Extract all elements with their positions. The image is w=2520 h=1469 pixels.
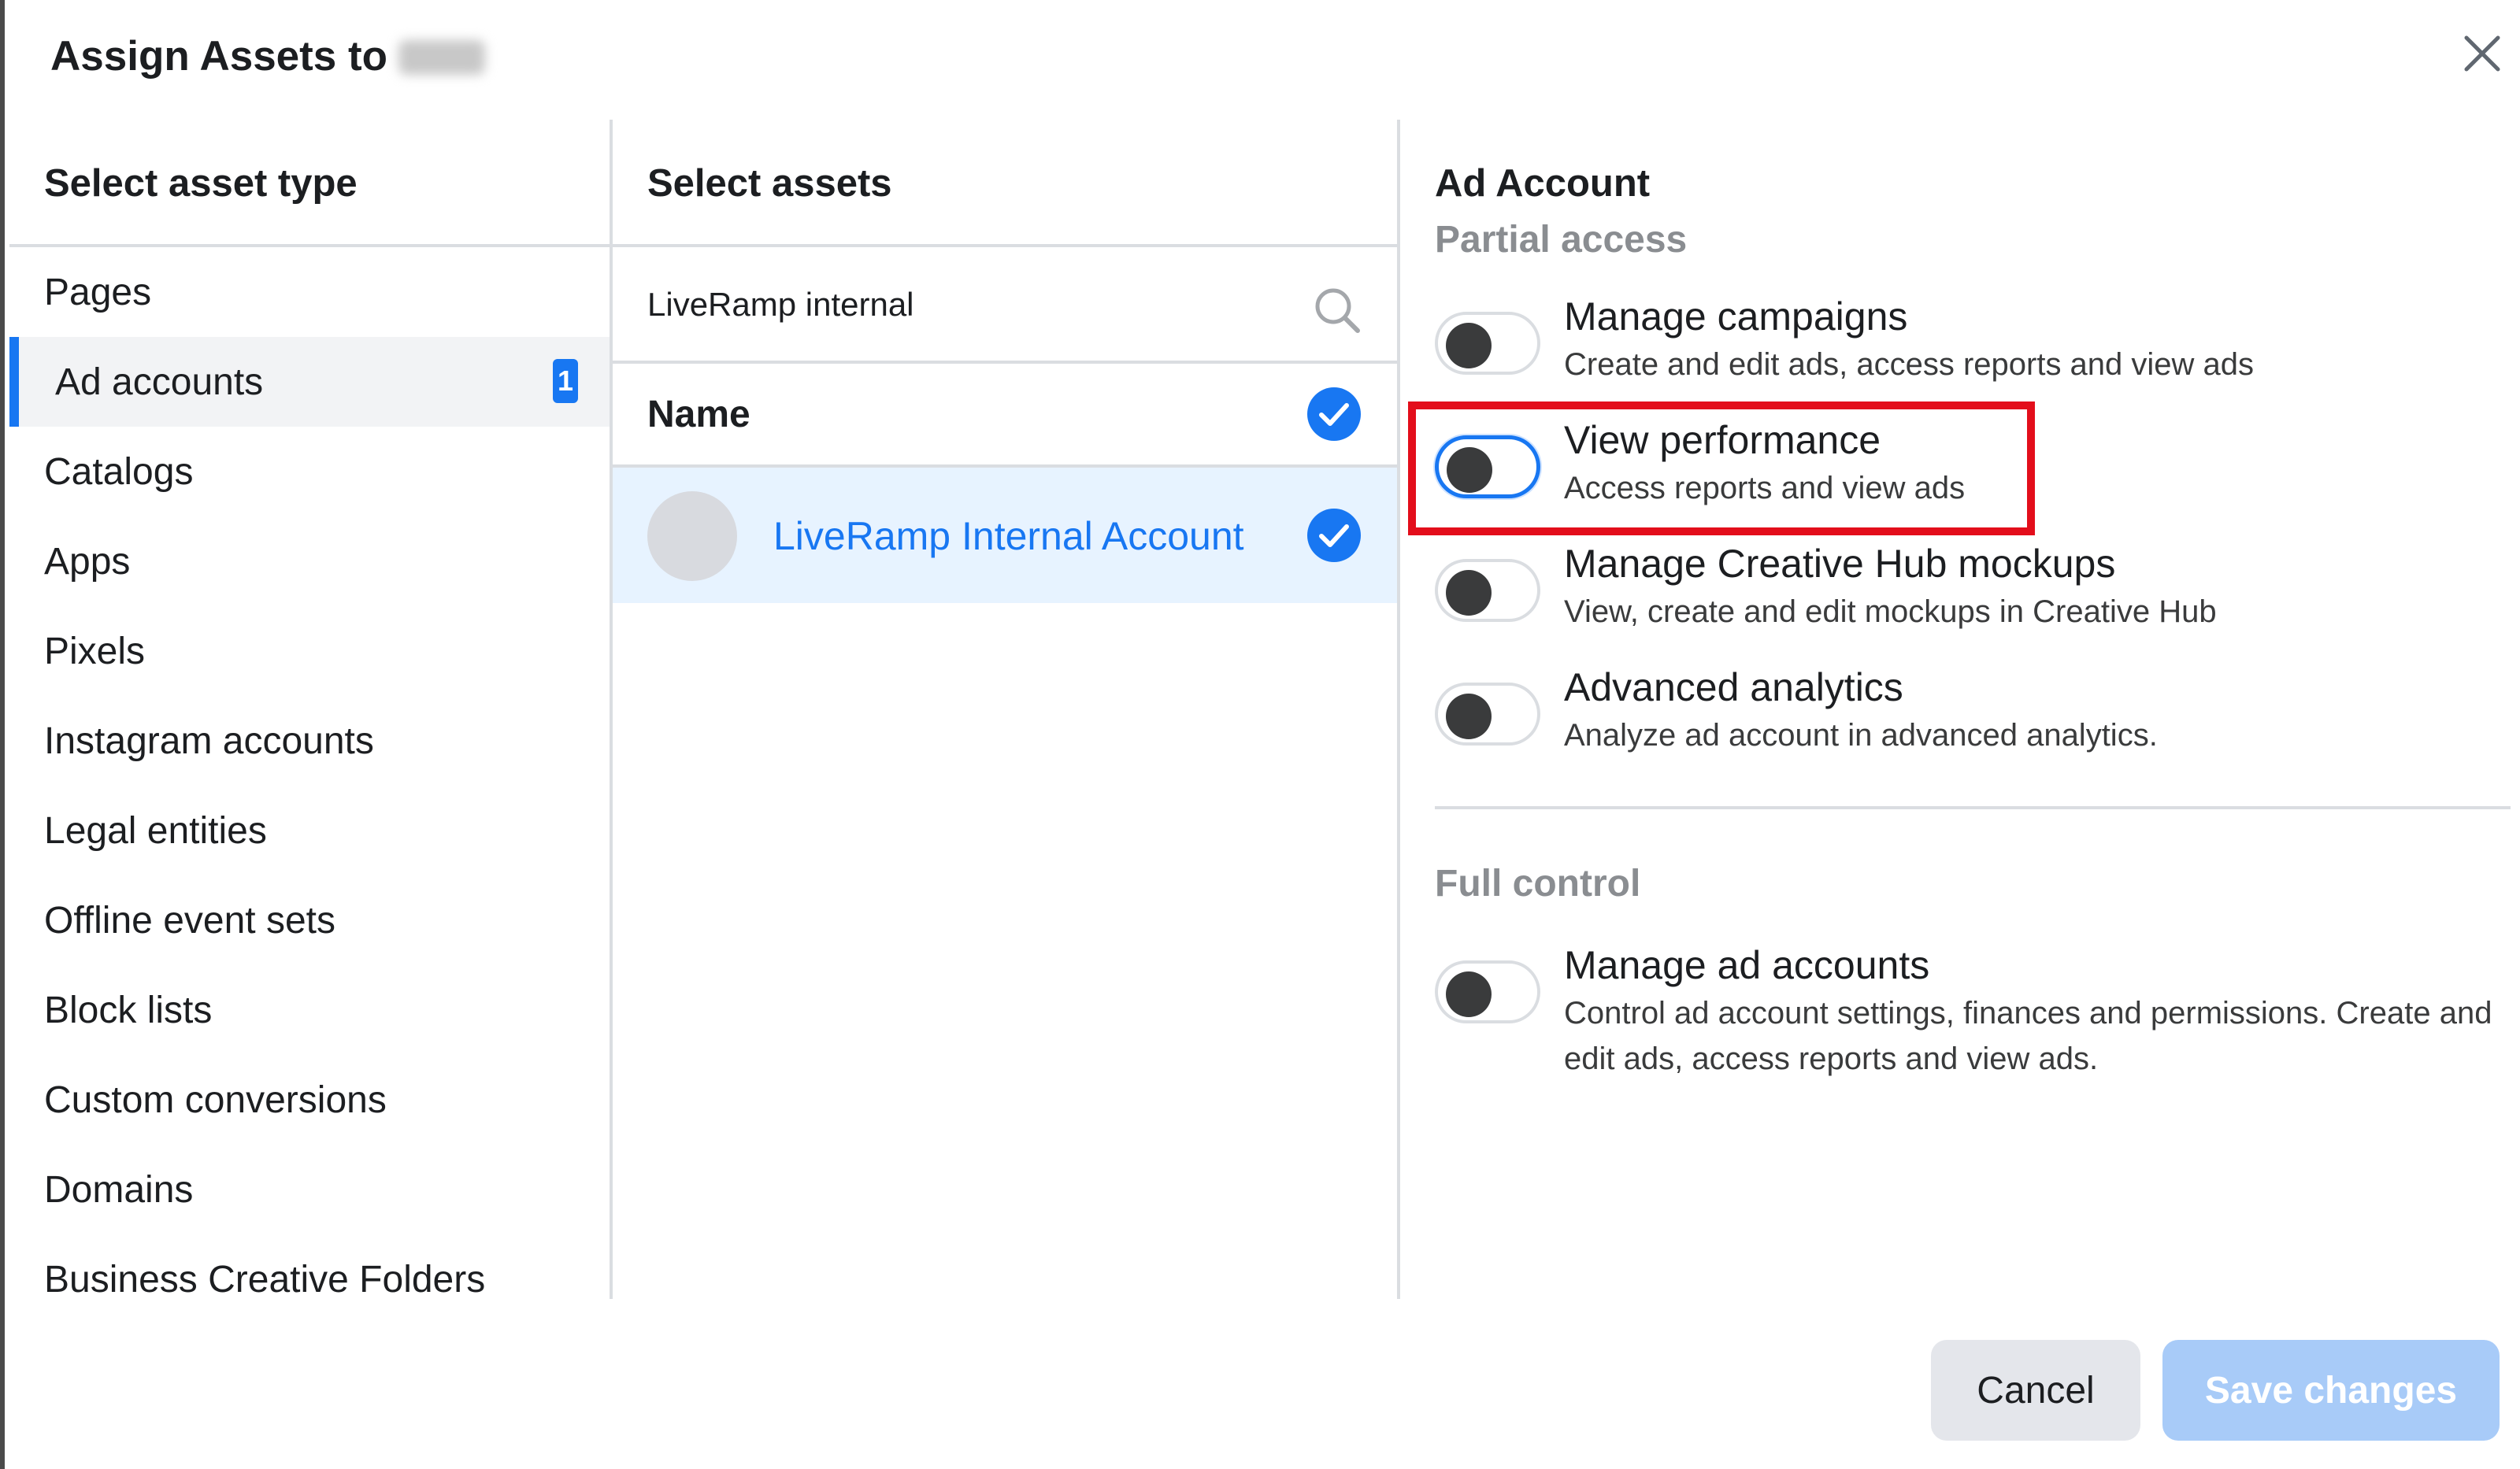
partial-access-label: Partial access <box>1435 219 1688 261</box>
permission-description: Analyze ad account in advanced analytics… <box>1564 718 2158 753</box>
asset-type-block-lists[interactable]: Block lists <box>9 965 610 1055</box>
save-changes-button[interactable]: Save changes <box>2162 1340 2500 1441</box>
select-all-check-icon[interactable] <box>1306 386 1362 442</box>
asset-type-apps[interactable]: Apps <box>9 516 610 606</box>
toggle-knob <box>1446 323 1492 368</box>
asset-type-ad-accounts[interactable]: Ad accounts 1 <box>9 337 610 427</box>
asset-type-pixels[interactable]: Pixels <box>9 606 610 696</box>
toggle-knob <box>1446 694 1492 739</box>
assets-column: Select assets Name LiveRamp Internal Acc… <box>613 120 1400 1299</box>
asset-row[interactable]: LiveRamp Internal Account <box>613 468 1397 603</box>
asset-type-catalogs[interactable]: Catalogs <box>9 427 610 516</box>
permission-description: Access reports and view ads <box>1564 471 1966 505</box>
asset-type-pages[interactable]: Pages <box>9 247 610 337</box>
view-performance-toggle[interactable] <box>1435 435 1540 498</box>
manage-campaigns-toggle[interactable] <box>1435 312 1540 375</box>
permission-description: View, create and edit mockups in Creativ… <box>1564 594 2217 629</box>
manage-creative-hub-mockups-toggle[interactable] <box>1435 559 1540 622</box>
permission-title: Manage ad accounts <box>1564 943 1930 987</box>
permission-title: View performance <box>1564 418 1881 462</box>
asset-type-custom-conversions[interactable]: Custom conversions <box>9 1055 610 1145</box>
asset-type-legal-entities[interactable]: Legal entities <box>9 786 610 875</box>
asset-type-domains[interactable]: Domains <box>9 1145 610 1234</box>
permission-description: Create and edit ads, access reports and … <box>1564 347 2255 382</box>
toggle-knob <box>1446 971 1492 1017</box>
permission-title: Advanced analytics <box>1564 665 1903 709</box>
assets-heading: Select assets <box>613 120 1397 247</box>
dialog-title: Assign Assets to <box>50 28 486 85</box>
permissions-heading: Ad Account <box>1435 162 1651 205</box>
redacted-name <box>398 40 486 75</box>
toggle-knob <box>1446 570 1492 616</box>
asset-type-offline-event-sets[interactable]: Offline event sets <box>9 875 610 965</box>
name-column-header: Name <box>647 394 750 435</box>
advanced-analytics-toggle[interactable] <box>1435 683 1540 746</box>
search-icon[interactable] <box>1310 283 1366 339</box>
asset-type-business-creative-folders[interactable]: Business Creative Folders <box>9 1234 610 1324</box>
permission-description: Control ad account settings, finances an… <box>1564 996 2492 1076</box>
asset-check-icon[interactable] <box>1306 507 1362 564</box>
asset-search-bar <box>613 247 1397 364</box>
permission-title: Manage Creative Hub mockups <box>1564 542 2116 586</box>
close-icon[interactable] <box>2454 25 2511 82</box>
permissions-column: Ad Account Partial access Manage campaig… <box>1403 120 2520 1299</box>
asset-type-instagram-accounts[interactable]: Instagram accounts <box>9 696 610 786</box>
section-divider <box>1435 806 2511 809</box>
permission-manage-creative-hub-mockups: Manage Creative Hub mockups View, create… <box>1435 538 2520 649</box>
permission-advanced-analytics: Advanced analytics Analyze ad account in… <box>1435 662 2520 772</box>
permission-manage-campaigns: Manage campaigns Create and edit ads, ac… <box>1435 291 2520 401</box>
asset-search-input[interactable] <box>647 277 1277 332</box>
permission-title: Manage campaigns <box>1564 294 1908 339</box>
asset-table-header: Name <box>613 364 1397 468</box>
cancel-button[interactable]: Cancel <box>1931 1340 2140 1441</box>
toggle-knob <box>1447 447 1492 493</box>
full-control-label: Full control <box>1435 863 1641 905</box>
manage-ad-accounts-toggle[interactable] <box>1435 960 1540 1023</box>
asset-name: LiveRamp Internal Account <box>773 514 1244 558</box>
permission-manage-ad-accounts: Manage ad accounts Control ad account se… <box>1435 940 2520 1097</box>
permission-view-performance: View performance Access reports and view… <box>1435 415 2520 525</box>
selected-count-badge: 1 <box>553 359 578 403</box>
assign-assets-dialog: Assign Assets to Select asset type Pages… <box>5 0 2520 1469</box>
avatar <box>647 491 737 581</box>
asset-type-column: Select asset type Pages Ad accounts 1 Ca… <box>9 120 613 1301</box>
asset-type-heading: Select asset type <box>9 120 610 247</box>
